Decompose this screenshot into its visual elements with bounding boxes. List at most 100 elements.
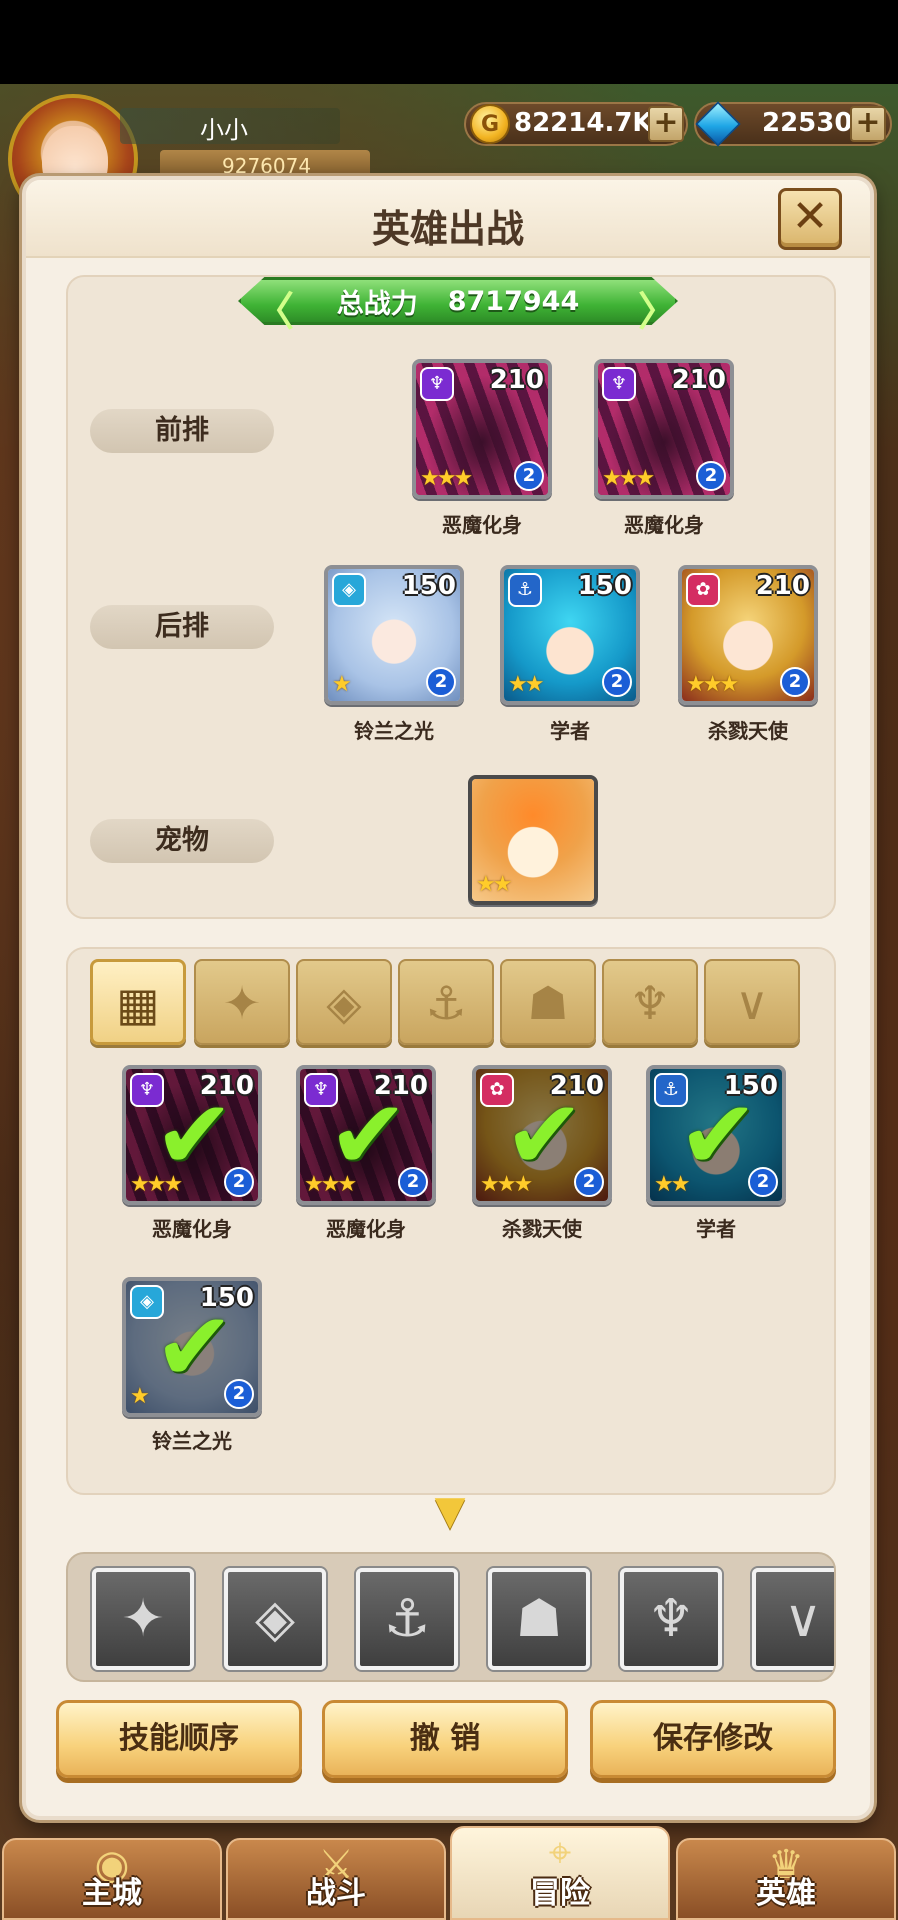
horn-icon: ♆	[629, 976, 671, 1030]
panel-title: 英雄出战	[371, 207, 524, 251]
tab-all[interactable]: ▦	[90, 959, 186, 1045]
tab-horn-faction[interactable]: ♆	[602, 959, 698, 1045]
hero-level: 210	[671, 365, 726, 395]
hero-stars: ★★★	[602, 466, 655, 491]
filter-wing-button[interactable]: ∨	[752, 1568, 834, 1670]
anchor-icon: ⚓	[383, 1589, 431, 1649]
list-hero-5[interactable]: ◈ 150 ★ 2 ✔	[122, 1277, 262, 1417]
undo-button[interactable]: 撤 销	[322, 1700, 568, 1778]
tab-leaf-faction[interactable]: ✦	[194, 959, 290, 1045]
nav-tab-heroes[interactable]: ♛ 英雄	[676, 1838, 896, 1920]
bottom-nav: ◉ 主城 ⚔ 战斗 ⌖ 冒险 ♛ 英雄	[0, 1826, 898, 1920]
crystal-icon: ◈	[255, 1589, 295, 1649]
total-power-label: 总战力	[336, 288, 418, 320]
nav-label: 战斗	[306, 1876, 366, 1911]
hero-stars: ★	[332, 672, 352, 697]
selected-check-icon: ✔	[154, 1079, 235, 1191]
list-hero-name-1: 恶魔化身	[152, 1217, 232, 1241]
pet-stars: ★★	[476, 872, 512, 897]
hero-grade-badge: 2	[602, 667, 632, 697]
front-hero-name-1: 恶魔化身	[442, 513, 522, 537]
list-hero-2[interactable]: ♆ 210 ★★★ 2 ✔	[296, 1065, 436, 1205]
filter-anchor-button[interactable]: ⚓	[356, 1568, 458, 1670]
anchor-icon: ⚓	[425, 976, 467, 1030]
nav-label: 冒险	[530, 1876, 590, 1911]
hero-stars: ★	[130, 1384, 150, 1409]
hero-stars: ★★	[508, 672, 544, 697]
selected-check-icon: ✔	[678, 1079, 759, 1191]
hero-grade-badge: 2	[780, 667, 810, 697]
nav-label: 主城	[82, 1876, 142, 1911]
list-hero-4[interactable]: ⚓ 150 ★★ 2 ✔	[646, 1065, 786, 1205]
selected-check-icon: ✔	[328, 1079, 409, 1191]
nav-tab-adventure[interactable]: ⌖ 冒险	[450, 1826, 670, 1920]
pet-slot[interactable]: ★★	[468, 775, 598, 905]
nav-tab-main-city[interactable]: ◉ 主城	[2, 1838, 222, 1920]
front-hero-slot-2[interactable]: ♆ 210 ★★★ 2	[594, 359, 734, 499]
hero-level: 210	[489, 365, 544, 395]
total-power-value: 8717944	[447, 285, 580, 317]
player-power: 9276074	[222, 154, 312, 178]
add-gold-button[interactable]: +	[648, 106, 684, 142]
save-changes-button[interactable]: 保存修改	[590, 1700, 836, 1778]
front-hero-name-2: 恶魔化身	[624, 513, 704, 537]
wing-icon: ∨	[735, 976, 769, 1030]
tab-anchor-faction[interactable]: ⚓	[398, 959, 494, 1045]
tab-wing-faction[interactable]: ∨	[704, 959, 800, 1045]
hero-grade-badge: 2	[514, 461, 544, 491]
list-hero-3[interactable]: ✿ 210 ★★★ 2 ✔	[472, 1065, 612, 1205]
hero-list-box: ▦ ✦ ◈ ⚓ ☗ ♆ ∨ ♆ 210 ★★★ 2 ✔ 恶魔化身 ♆ 210 ★…	[66, 947, 836, 1495]
filter-leaf-button[interactable]: ✦	[92, 1568, 194, 1670]
nav-tab-battle[interactable]: ⚔ 战斗	[226, 1838, 446, 1920]
grid-icon: ▦	[116, 977, 160, 1031]
beast-icon: ☗	[527, 976, 569, 1030]
panel-header: 英雄出战 ✕	[26, 180, 870, 258]
hero-level: 150	[577, 571, 632, 601]
gold-amount: 82214.7K	[514, 108, 653, 138]
nav-label: 英雄	[756, 1876, 816, 1911]
formation-box: 总战力 8717944 〈 〉 前排 后排 宠物 ♆ 210 ★★★ 2 恶魔化…	[66, 275, 836, 919]
filter-beast-button[interactable]: ☗	[488, 1568, 590, 1670]
demon-faction-icon: ♆	[420, 367, 454, 401]
expand-down-arrow-icon[interactable]: ▼	[418, 1491, 482, 1532]
hero-stars: ★★★	[420, 466, 473, 491]
chevron-left-icon: 〈	[254, 289, 294, 335]
front-row-label: 前排	[90, 409, 274, 453]
back-hero-slot-3[interactable]: ✿ 210 ★★★ 2	[678, 565, 818, 705]
back-row-label: 后排	[90, 605, 274, 649]
list-hero-name-3: 杀戮天使	[502, 1217, 582, 1241]
flower-faction-icon: ✿	[686, 573, 720, 607]
total-power-banner: 总战力 8717944	[238, 277, 678, 325]
tab-beast-faction[interactable]: ☗	[500, 959, 596, 1045]
back-hero-name-1: 铃兰之光	[354, 719, 434, 743]
hero-level: 210	[755, 571, 810, 601]
back-hero-name-2: 学者	[550, 719, 590, 743]
anchor-faction-icon: ⚓	[508, 573, 542, 607]
list-hero-name-5: 铃兰之光	[152, 1429, 232, 1453]
hero-deploy-panel: 英雄出战 ✕ 总战力 8717944 〈 〉 前排 后排 宠物 ♆ 210 ★★…	[22, 176, 874, 1820]
crystal-icon: ◈	[326, 976, 362, 1030]
front-hero-slot-1[interactable]: ♆ 210 ★★★ 2	[412, 359, 552, 499]
faction-filter-strip: ✦ ◈ ⚓ ☗ ♆ ∨	[66, 1552, 836, 1682]
pet-row-label: 宠物	[90, 819, 274, 863]
filter-horn-button[interactable]: ♆	[620, 1568, 722, 1670]
list-hero-1[interactable]: ♆ 210 ★★★ 2 ✔	[122, 1065, 262, 1205]
player-name: 小小	[200, 116, 248, 144]
back-hero-slot-2[interactable]: ⚓ 150 ★★ 2	[500, 565, 640, 705]
hero-grade-badge: 2	[696, 461, 726, 491]
tab-crystal-faction[interactable]: ◈	[296, 959, 392, 1045]
crystal-faction-icon: ◈	[332, 573, 366, 607]
demon-faction-icon: ♆	[602, 367, 636, 401]
hero-grade-badge: 2	[426, 667, 456, 697]
wing-icon: ∨	[783, 1589, 823, 1649]
skill-order-button[interactable]: 技能顺序	[56, 1700, 302, 1778]
chevron-right-icon: 〉	[638, 289, 678, 335]
leaf-shield-icon: ✦	[121, 1589, 165, 1649]
add-gems-button[interactable]: +	[850, 106, 886, 142]
list-hero-name-2: 恶魔化身	[326, 1217, 406, 1241]
filter-crystal-button[interactable]: ◈	[224, 1568, 326, 1670]
hero-stars: ★★★	[686, 672, 739, 697]
close-button[interactable]: ✕	[778, 188, 842, 250]
back-hero-slot-1[interactable]: ◈ 150 ★ 2	[324, 565, 464, 705]
list-hero-name-4: 学者	[696, 1217, 736, 1241]
